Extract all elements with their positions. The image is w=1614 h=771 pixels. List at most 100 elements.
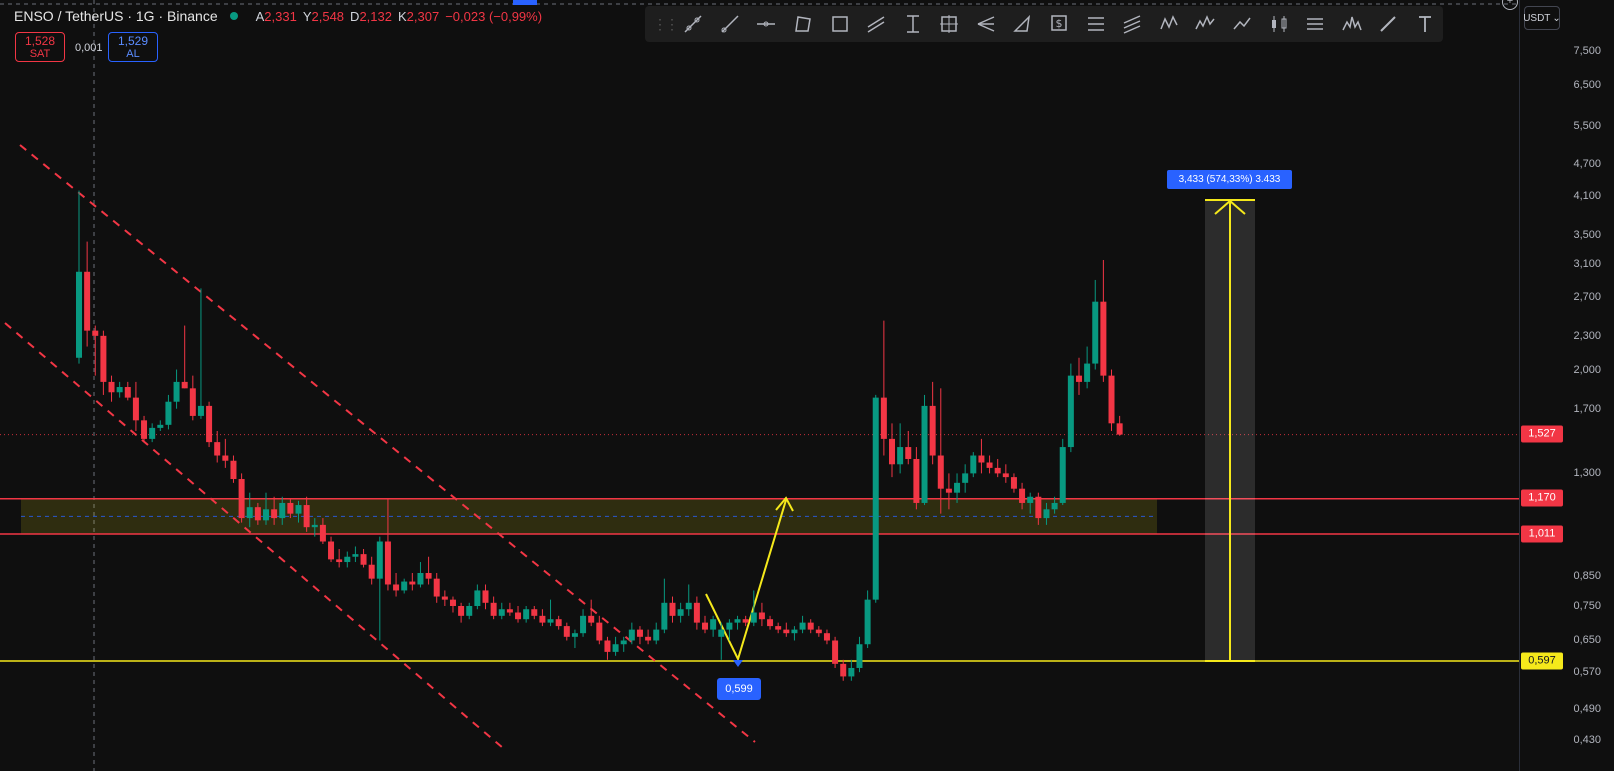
currency-label: USDT — [1523, 12, 1551, 24]
brush-icon[interactable] — [1370, 10, 1407, 38]
parallel-channel-icon[interactable] — [858, 10, 895, 38]
candle-body — [588, 615, 595, 623]
candle-body — [1075, 375, 1082, 382]
candle-body — [1059, 447, 1066, 503]
currency-selector[interactable]: USDT ⌄ — [1523, 6, 1561, 30]
price-tick-label: 4,700 — [1573, 157, 1601, 170]
candle-body — [165, 401, 172, 425]
candle-body — [929, 405, 936, 456]
sell-price: 1,528 — [24, 34, 56, 48]
ohlc-value: 2,307 — [406, 8, 440, 24]
candle-body — [937, 455, 944, 489]
symbol-title[interactable]: ENSO / TetherUS · 1G · Binance — [14, 8, 218, 24]
sell-button[interactable]: 1,528 SAT — [15, 32, 65, 62]
ray-icon[interactable] — [675, 10, 712, 38]
price-tick-label: 2,300 — [1573, 329, 1601, 342]
forecast-icon[interactable] — [1297, 10, 1334, 38]
drag-handle-icon[interactable]: ⋮⋮ — [653, 16, 679, 33]
candle-body — [246, 507, 253, 519]
triangle-icon[interactable] — [1004, 10, 1041, 38]
xabcd-pattern-icon[interactable] — [1151, 10, 1188, 38]
resistance-price-tag: 1,170 — [1521, 489, 1563, 507]
symbol-header: ENSO / TetherUS · 1G · Binance A2,331 Y2,… — [14, 8, 542, 24]
chart-background — [0, 0, 1519, 771]
candle-body — [823, 633, 830, 641]
candle-body — [864, 599, 871, 645]
candle-body — [880, 397, 887, 439]
candle-body — [197, 405, 204, 416]
candle-body — [734, 619, 741, 623]
price-chart[interactable] — [0, 0, 1519, 771]
crosshair-box-icon[interactable] — [931, 10, 968, 38]
elliott-wave-icon[interactable] — [1187, 10, 1224, 38]
drawing-toolbar: ⋮⋮ $ — [645, 6, 1443, 42]
candle-body — [531, 609, 538, 616]
candle-body — [978, 455, 985, 463]
candle-body — [92, 330, 99, 336]
candle-body — [498, 609, 505, 616]
candle-body — [433, 578, 440, 597]
last-price-tag: 1,527 — [1521, 425, 1563, 443]
low-label-pointer — [733, 660, 743, 667]
support-price-tag: 0,597 — [1521, 652, 1563, 670]
candle-body — [945, 488, 952, 493]
candle-body — [1002, 473, 1009, 478]
candle-body — [571, 633, 578, 637]
candle-body — [685, 602, 692, 610]
candle-body — [767, 619, 774, 627]
rectangle-icon[interactable] — [821, 10, 858, 38]
low-price-label[interactable]: 0,599 — [717, 678, 761, 700]
candle-body — [1051, 502, 1058, 510]
head-shoulders-icon[interactable] — [1333, 10, 1370, 38]
channel-lower-line[interactable] — [4, 322, 504, 749]
candle-body — [409, 581, 416, 585]
candlestick-icon[interactable] — [1260, 10, 1297, 38]
candle-body — [994, 467, 1001, 474]
buy-button[interactable]: 1,529 AL — [108, 32, 158, 62]
price-label-icon[interactable]: $ — [1041, 10, 1078, 38]
candle-body — [970, 455, 977, 474]
price-range-label[interactable]: 3,433 (574,33%) 3.433 — [1167, 170, 1292, 189]
candle-body — [840, 663, 847, 677]
candle-body — [596, 622, 603, 641]
text-icon[interactable] — [1407, 10, 1444, 38]
candle-body — [604, 640, 611, 652]
candle-body — [214, 442, 221, 456]
candle-body — [1035, 496, 1042, 519]
chevron-down-icon: ⌄ — [1552, 12, 1561, 24]
candle-body — [458, 605, 465, 616]
ohlc-values: A2,331 Y2,548 D2,132 K2,307 −0,023 (−0,99%) — [250, 9, 542, 24]
candle-body — [360, 554, 367, 565]
candle-body — [344, 556, 351, 563]
drawing-layer[interactable] — [0, 144, 1519, 749]
fib-retracement-icon[interactable] — [1077, 10, 1114, 38]
candle-body — [832, 640, 839, 664]
candle-body — [1043, 509, 1050, 519]
candle-body — [815, 629, 822, 634]
price-tick-label: 0,430 — [1573, 734, 1601, 747]
horizontal-ray-icon[interactable] — [748, 10, 785, 38]
candle-body — [84, 271, 91, 331]
candle-body — [124, 387, 131, 398]
price-tick-label: 0,490 — [1573, 702, 1601, 715]
candle-body — [466, 605, 473, 616]
candle-body — [791, 629, 798, 634]
price-tick-label: 0,570 — [1573, 666, 1601, 679]
channel-upper-line[interactable] — [19, 144, 756, 743]
candle-body — [401, 581, 408, 591]
price-range-icon[interactable] — [894, 10, 931, 38]
path-icon[interactable] — [1224, 10, 1261, 38]
ohlc-key: K — [397, 8, 407, 24]
candle-body — [328, 541, 335, 560]
candle-body — [628, 629, 635, 641]
candle-body — [149, 427, 156, 439]
candles-layer — [76, 190, 1123, 681]
trend-line-icon[interactable] — [712, 10, 749, 38]
pitchfork-icon[interactable] — [968, 10, 1005, 38]
fib-channel-icon[interactable] — [1114, 10, 1151, 38]
price-tick-label: 3,500 — [1573, 228, 1601, 241]
candle-body — [775, 626, 782, 630]
polygon-icon[interactable] — [785, 10, 822, 38]
candle-body — [783, 629, 790, 634]
candle-body — [807, 622, 814, 630]
